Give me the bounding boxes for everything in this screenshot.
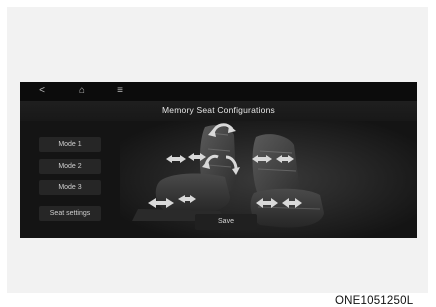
back-icon[interactable]: < [33, 84, 51, 98]
title-bar: Memory Seat Configurations [20, 101, 417, 121]
menu-icon[interactable]: ≡ [111, 84, 129, 98]
infotainment-screen: < ⌂ ≡ Memory Seat Configurations Mode 1 … [20, 82, 417, 238]
page-title: Memory Seat Configurations [162, 105, 275, 115]
mode-3-button[interactable]: Mode 3 [39, 180, 101, 195]
page: < ⌂ ≡ Memory Seat Configurations Mode 1 … [0, 0, 436, 307]
mode-2-button[interactable]: Mode 2 [39, 159, 101, 174]
top-navigation-bar: < ⌂ ≡ [20, 82, 417, 101]
home-icon[interactable]: ⌂ [73, 84, 91, 98]
mode-1-button[interactable]: Mode 1 [39, 137, 101, 152]
seat-settings-button[interactable]: Seat settings [39, 206, 101, 221]
image-code: ONE1051250L [335, 295, 414, 307]
save-button[interactable]: Save [195, 214, 257, 230]
